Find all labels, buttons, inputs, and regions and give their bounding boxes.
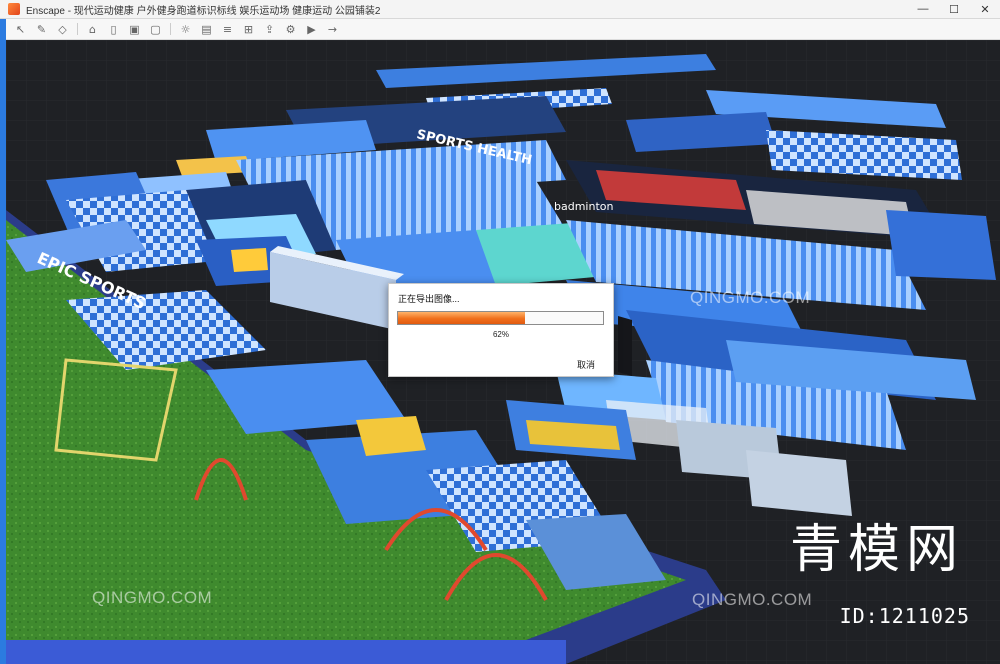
- watermark-text: QINGMO.COM: [692, 590, 813, 609]
- watermark-brand: 青模网: [789, 520, 964, 580]
- scene-label-badminton: badminton: [554, 200, 613, 213]
- dialog-title: 正在导出图像...: [398, 294, 460, 304]
- window-title: Enscape - 现代运动健康 户外健身跑道标识标线 娱乐运动场 健康运动 公…: [26, 5, 381, 17]
- enscape-logo-icon: [8, 3, 20, 15]
- window-frame: [0, 0, 6, 664]
- lamp-icon[interactable]: ☼: [179, 23, 192, 36]
- export-icon[interactable]: ⇪: [263, 23, 276, 36]
- ruler-icon[interactable]: ⊞: [242, 23, 255, 36]
- door-icon[interactable]: ▯: [107, 23, 120, 36]
- layers-icon[interactable]: ≡: [221, 23, 234, 36]
- cancel-button[interactable]: 取消: [577, 358, 595, 371]
- pointer-icon[interactable]: ↖: [14, 23, 27, 36]
- watermark-text: QINGMO.COM: [690, 288, 811, 307]
- toolbar: ↖ ✎ ◇ ⌂ ▯ ▣ ▢ ☼ ▤ ≡ ⊞ ⇪ ⚙ ▶ →: [6, 19, 1000, 40]
- minimize-button[interactable]: —: [908, 0, 938, 18]
- toolbar-divider: [77, 23, 78, 35]
- image-id: ID:1211025: [839, 604, 970, 628]
- home-icon[interactable]: ⌂: [86, 23, 99, 36]
- progress-percent: 62%: [492, 330, 509, 339]
- export-progress-dialog: 正在导出图像... 62% 取消: [388, 283, 614, 377]
- progress-fill: [398, 312, 526, 324]
- film-icon[interactable]: ▤: [200, 23, 213, 36]
- title-bar: Enscape - 现代运动健康 户外健身跑道标识标线 娱乐运动场 健康运动 公…: [0, 0, 1000, 19]
- watermark-text: QINGMO.COM: [92, 588, 213, 607]
- tag-icon[interactable]: ◇: [56, 23, 69, 36]
- arrow-icon[interactable]: →: [326, 23, 339, 36]
- video-icon[interactable]: ▶: [305, 23, 318, 36]
- toolbar-divider: [170, 23, 171, 35]
- maximize-button[interactable]: ☐: [939, 0, 969, 18]
- progress-bar: [397, 311, 604, 325]
- brush-icon[interactable]: ✎: [35, 23, 48, 36]
- stamp-icon[interactable]: ▣: [128, 23, 141, 36]
- close-button[interactable]: ✕: [970, 0, 1000, 18]
- gear-icon[interactable]: ⚙: [284, 23, 297, 36]
- box-icon[interactable]: ▢: [149, 23, 162, 36]
